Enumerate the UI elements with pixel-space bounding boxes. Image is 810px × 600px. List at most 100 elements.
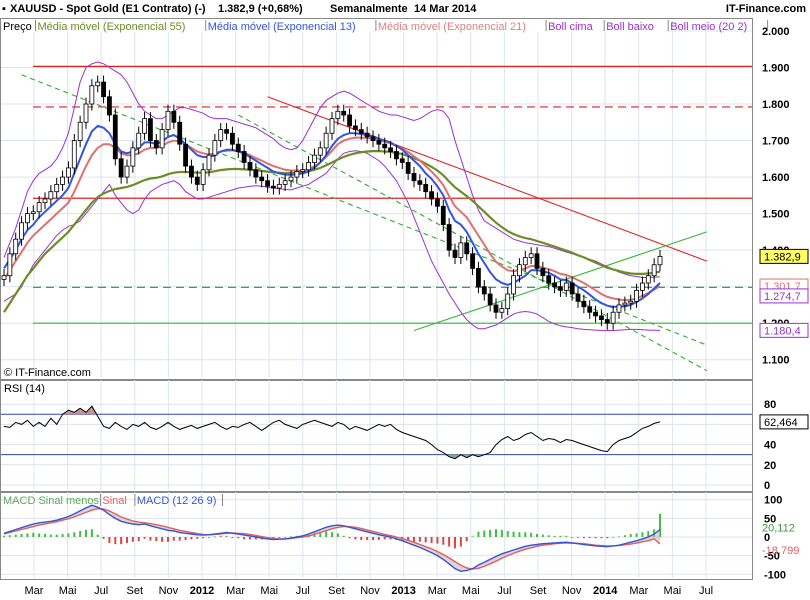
candle-body (148, 118, 153, 141)
macd-legend-item: Sinal (102, 495, 126, 507)
candle-body (370, 136, 376, 141)
candle-body (616, 304, 622, 313)
macd-histogram-bar (126, 537, 128, 543)
period-label: Semanalmente (330, 3, 408, 15)
candle-body (341, 110, 347, 116)
candle-body (60, 176, 65, 185)
macd-histogram-bar (418, 537, 421, 542)
macd-histogram-bar (90, 529, 93, 537)
candle-body (206, 154, 212, 171)
candle-body (382, 143, 388, 149)
macd-histogram-bar (471, 536, 474, 538)
candle-body (25, 213, 30, 224)
rsi-value-label: 62,464 (764, 417, 798, 429)
macd-histogram-bar (489, 529, 492, 537)
candle-body (71, 140, 77, 169)
macd-histogram-bar (342, 535, 345, 537)
macd-histogram-bar (67, 533, 70, 537)
candle-body (142, 118, 147, 134)
rsi-tick-label: 20 (764, 460, 776, 472)
candle-body (312, 154, 317, 163)
candle-body (552, 282, 557, 288)
x-tick-label: Mar (629, 585, 648, 597)
candle-body (388, 147, 393, 152)
x-tick-label: Mai (664, 585, 682, 597)
macd-histogram-bar (635, 533, 638, 537)
macd-histogram-bar (594, 537, 597, 539)
candle-body (405, 162, 411, 174)
date-label: 14 Mar 2014 (414, 3, 477, 15)
candle-body (569, 282, 575, 295)
macd-histogram-bar (108, 537, 111, 543)
candle-body (476, 268, 481, 288)
macd-histogram-bar (114, 537, 117, 545)
macd-histogram-bar (237, 537, 240, 539)
macd-histogram-bar (32, 532, 35, 537)
candle-body (394, 151, 399, 160)
candle-body (493, 304, 499, 313)
candle-body (276, 183, 282, 189)
legend-item: Média móvel (Exponencial 21) (378, 21, 526, 33)
y-tick-label: 1.800 (762, 99, 790, 111)
candle-body (429, 191, 434, 200)
macd-histogram-bar (424, 537, 427, 543)
candle-body (112, 114, 118, 160)
candle-body (599, 315, 604, 320)
candle-body (628, 300, 634, 304)
macd-histogram-bar (465, 537, 468, 542)
macd-histogram-bar (348, 537, 351, 539)
site-label[interactable]: IT-Finance.com (726, 3, 806, 15)
macd-histogram-bar (131, 537, 134, 542)
candle-body (593, 311, 598, 317)
candle-body (329, 118, 335, 134)
candle-body (165, 110, 171, 130)
macd-histogram-bar (524, 532, 527, 537)
candle-body (358, 129, 364, 134)
macd-histogram-bar (606, 537, 609, 539)
rsi-label: RSI (14) (4, 383, 45, 395)
candle-body (364, 132, 370, 138)
macd-tick-label: -100 (764, 569, 786, 581)
macd-histogram-bar (55, 534, 58, 537)
macd-histogram-bar (588, 537, 591, 539)
macd-histogram-bar (506, 531, 509, 537)
macd-histogram-bar (196, 537, 199, 539)
candle-body (511, 275, 516, 295)
candle-body (517, 264, 522, 277)
macd-histogram-bar (202, 537, 205, 539)
x-tick-label: Mar (25, 585, 44, 597)
macd-histogram-bar (512, 531, 515, 537)
macd-histogram-bar (377, 537, 380, 540)
macd-histogram-bar (372, 537, 374, 540)
candle-body (563, 282, 569, 291)
price-legend: Preço Média móvel (Exponencial 55) Média m… (1, 19, 769, 33)
y-tick-label: 1.100 (762, 355, 790, 367)
macd-histogram-bar (184, 537, 187, 540)
macd-histogram-bar (623, 535, 626, 537)
macd-histogram-bar (14, 534, 17, 537)
macd-histogram-bar (208, 537, 210, 538)
y-tick-label: 1.500 (762, 209, 790, 221)
copyright-label: © IT-Finance.com (4, 367, 91, 379)
macd-histogram-bar (178, 537, 181, 541)
candle-body (581, 300, 587, 308)
candle-body (42, 198, 48, 204)
candle-body (528, 253, 534, 258)
candle-body (218, 129, 224, 141)
macd-histogram-bar (500, 529, 503, 537)
x-tick-label: Nov (562, 585, 582, 597)
candle-body (435, 198, 440, 207)
y-tick-label: 1.700 (762, 136, 790, 148)
candle-body (411, 173, 417, 182)
candle-body (604, 319, 610, 324)
macd-histogram-bar (459, 537, 462, 547)
candle-body (417, 180, 423, 185)
candle-body (452, 249, 458, 258)
candle-body (77, 121, 83, 141)
macd-histogram-bar (44, 534, 46, 537)
macd-histogram-bar (243, 537, 246, 540)
macd-histogram-bar (20, 534, 23, 537)
macd-histogram-bar (96, 534, 99, 537)
macd-histogram-bar (430, 537, 433, 543)
candle-body (464, 242, 470, 255)
